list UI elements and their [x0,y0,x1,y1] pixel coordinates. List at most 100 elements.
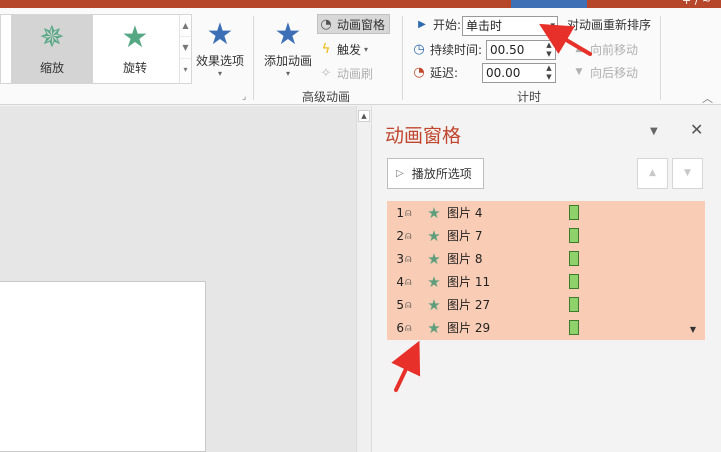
window-control-icon[interactable]: + / ~ [682,0,711,7]
animation-list-item[interactable]: 5 ⍝ ★ 图片 27 [387,293,705,316]
play-icon: ▷ [396,168,404,179]
timing-bar[interactable] [569,251,579,266]
move-down-button[interactable]: ▼ [672,158,703,189]
animation-painter-button[interactable]: ✧ 动画刷 [318,63,373,83]
collapse-ribbon-icon[interactable]: ︿ [702,90,713,106]
group-separator [402,16,403,100]
item-index: 4 [396,274,404,289]
arrow-up-icon: ▲ [575,44,583,54]
star-icon: ★ [427,203,441,222]
timing-bar[interactable] [569,297,579,312]
duration-stepper[interactable]: ▲ ▼ [543,41,555,59]
animation-painter-icon: ✧ [320,65,332,81]
item-index: 5 [396,297,404,312]
star-icon: ★ [427,318,441,337]
scroll-up-icon[interactable]: ▲ [180,15,191,37]
reorder-heading: 对动画重新排序 [567,14,651,34]
add-animation-button[interactable]: ★ 添加动画 ▾ [262,18,314,79]
star-icon: ★ [427,295,441,314]
item-index: 1 [396,205,404,220]
duration-value: 00.50 [490,43,525,57]
item-name: 图片 7 [447,229,483,243]
item-name: 图片 27 [447,298,491,312]
group-label-advanced-animation: 高级动画 [302,90,351,104]
lightning-icon: ϟ [321,41,331,57]
scroll-up-icon[interactable]: ▲ [358,110,370,122]
trigger-button[interactable]: ϟ 触发 ▾ [318,39,368,59]
animation-gallery: ✵ 缩放 ★ 旋转 ▲ ▼ ▾ [0,14,192,84]
star-icon: ★ [427,272,441,291]
title-bar: + / ~ [0,0,721,8]
timing-bar[interactable] [569,205,579,220]
star-icon: ★ [427,226,441,245]
play-selected-button[interactable]: ▷ 播放所选项 [387,158,484,189]
dropdown-arrow-icon[interactable]: ▾ [550,17,555,35]
dropdown-arrow-icon: ▾ [285,69,290,78]
vertical-scrollbar[interactable]: ▲ [356,106,372,452]
move-later-label: 向后移动 [590,65,639,80]
group-separator [253,16,254,100]
gallery-item-label: 旋转 [122,61,147,75]
play-selected-label: 播放所选项 [411,167,472,181]
gallery-scrollbar[interactable]: ▲ ▼ ▾ [179,15,191,83]
add-animation-label: 添加动画 [263,54,312,68]
start-row: ▶ 开始: [414,14,461,34]
move-earlier-button[interactable]: ▲ 向前移动 [571,39,638,59]
effect-options-star-icon: ★ [206,17,234,52]
item-index: 6 [396,320,404,335]
mouse-click-icon: ⍝ [405,297,412,311]
scroll-down-icon[interactable]: ▼ [180,37,191,59]
animation-list-item[interactable]: 2 ⍝ ★ 图片 7 [387,224,705,247]
delay-clock-icon: ◔ [413,64,425,80]
item-name: 图片 29 [447,321,491,335]
title-bar-button[interactable] [511,0,587,8]
pane-options-icon[interactable]: ▼ [650,126,658,137]
delay-label: 延迟: [430,65,459,80]
item-index: 2 [396,228,404,243]
move-later-button[interactable]: ▼ 向后移动 [571,62,638,82]
dialog-launcher-icon[interactable]: ⌟ [242,92,246,102]
move-up-button[interactable]: ▲ [637,158,668,189]
pane-title: 动画窗格 [385,125,462,147]
effect-options-label: 效果选项 [195,54,244,68]
animation-pane-button[interactable]: ◔ 动画窗格 [317,14,391,34]
item-name: 图片 8 [447,252,483,266]
gallery-item-rotate[interactable]: ★ 旋转 [94,15,176,83]
dropdown-arrow-icon: ▾ [364,44,369,54]
slide[interactable] [0,281,206,452]
timing-bar[interactable] [569,320,579,335]
mouse-click-icon: ⍝ [405,228,412,242]
play-triangle-icon: ▶ [418,18,426,30]
star-icon: ★ [427,249,441,268]
item-name: 图片 4 [447,206,483,220]
timing-bar[interactable] [569,274,579,289]
start-value: 单击时 [466,19,503,33]
gallery-item-zoom[interactable]: ✵ 缩放 [11,15,93,83]
effect-options-button[interactable]: ★ 效果选项 ▾ [194,17,246,79]
animation-list-item[interactable]: 4 ⍝ ★ 图片 11 [387,270,705,293]
delay-field[interactable]: 00.00 ▲ ▼ [482,63,556,83]
gallery-expand-icon[interactable]: ▾ [180,59,191,81]
duration-label: 持续时间: [430,42,483,57]
zoom-star-icon: ✵ [39,20,65,55]
close-icon[interactable]: ✕ [690,120,703,139]
start-label: 开始: [433,17,462,32]
item-menu-arrow-icon[interactable]: ▼ [690,325,696,334]
duration-field[interactable]: 00.50 ▲ ▼ [486,40,556,60]
ribbon: ✵ 缩放 ★ 旋转 ▲ ▼ ▾ ★ 效果选项 ▾ ⌟ ★ 添加动画 ▾ ◔ 动画… [0,8,721,105]
start-select[interactable]: 单击时 ▾ [462,16,558,36]
animation-list-item[interactable]: 3 ⍝ ★ 图片 8 [387,247,705,270]
arrow-down-icon: ▼ [575,67,583,77]
dropdown-arrow-icon: ▾ [217,69,222,78]
mouse-click-icon: ⍝ [405,205,412,219]
animation-list-item[interactable]: 1 ⍝ ★ 图片 4 [387,201,705,224]
mouse-click-icon: ⍝ [405,274,412,288]
item-index: 3 [396,251,404,266]
gallery-item-label: 缩放 [39,61,64,75]
trigger-label: 触发 [337,42,362,57]
timing-bar[interactable] [569,228,579,243]
delay-stepper[interactable]: ▲ ▼ [543,64,555,82]
duration-row: ◷ 持续时间: [411,39,482,59]
animation-painter-label: 动画刷 [337,66,374,81]
animation-list-item[interactable]: 6 ⍝ ★ 图片 29 [387,316,705,339]
